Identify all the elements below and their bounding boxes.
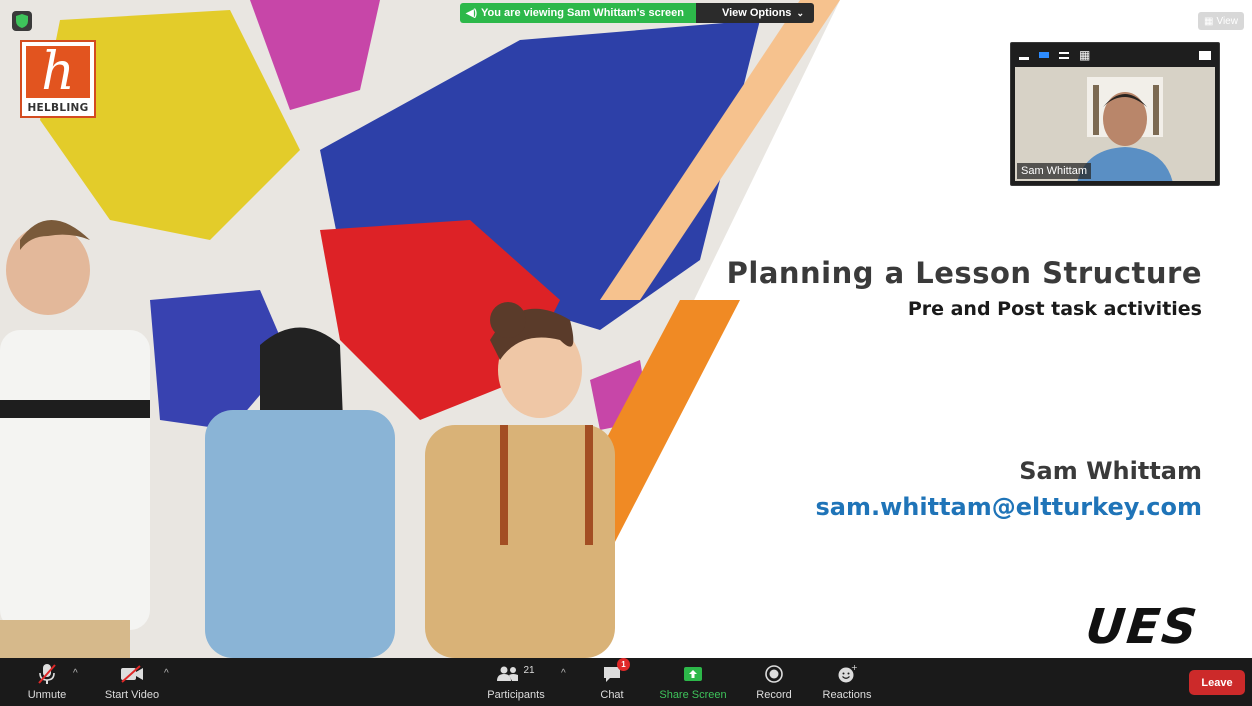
- viewing-banner: ◀) You are viewing Sam Whittam's screen: [460, 3, 696, 23]
- meeting-toolbar: Unmute ^ Start Video ^ 21 Participants ^…: [0, 658, 1252, 706]
- helbling-logo: h HELBLING: [20, 40, 96, 118]
- presenter-email: sam.whittam@eltturkey.com: [815, 493, 1202, 521]
- ues-logo: UES: [1083, 599, 1202, 655]
- video-off-icon: [120, 662, 144, 686]
- reactions-button[interactable]: + Reactions: [820, 658, 874, 706]
- participants-label: Participants: [487, 689, 545, 701]
- participant-count: 21: [523, 664, 535, 676]
- share-screen-button[interactable]: Share Screen: [656, 658, 730, 706]
- participant-video: Sam Whittam: [1015, 67, 1215, 181]
- chat-badge: 1: [617, 658, 630, 671]
- single-view-icon[interactable]: [1039, 52, 1049, 58]
- participant-name-label: Sam Whittam: [1017, 163, 1092, 179]
- participants-icon: [497, 666, 519, 681]
- start-video-label: Start Video: [104, 689, 160, 701]
- reactions-label: Reactions: [822, 689, 872, 701]
- leave-button[interactable]: Leave: [1189, 670, 1245, 695]
- share-screen-label: Share Screen: [659, 689, 727, 701]
- security-shield-icon[interactable]: [12, 11, 32, 31]
- helbling-logo-mark: h: [26, 46, 90, 98]
- chat-label: Chat: [600, 689, 624, 701]
- minimize-icon[interactable]: [1019, 56, 1029, 60]
- view-button-label: View: [1216, 15, 1238, 27]
- unmute-label: Unmute: [27, 689, 67, 701]
- record-label: Record: [756, 689, 792, 701]
- speaker-icon: ◀): [466, 7, 478, 19]
- hide-video-icon[interactable]: [1199, 50, 1211, 60]
- start-video-button[interactable]: Start Video: [100, 658, 164, 706]
- record-icon: [765, 662, 783, 686]
- video-panel-toolbar: ▦: [1011, 43, 1219, 67]
- helbling-logo-text: HELBLING: [27, 102, 89, 114]
- slide-title: Planning a Lesson Structure: [726, 256, 1202, 290]
- participants-icon-wrap: 21: [497, 662, 535, 686]
- viewing-banner-text: You are viewing Sam Whittam's screen: [481, 7, 684, 19]
- video-panel: ▦ Sam Whittam: [1010, 42, 1220, 186]
- screen-share-bar: ◀) You are viewing Sam Whittam's screen …: [460, 3, 814, 23]
- svg-text:+: +: [851, 664, 857, 672]
- video-options-caret[interactable]: ^: [164, 668, 169, 679]
- unmute-button[interactable]: Unmute: [22, 658, 72, 706]
- speaker-view-icon[interactable]: [1059, 51, 1069, 59]
- participants-options-caret[interactable]: ^: [561, 668, 566, 679]
- record-button[interactable]: Record: [752, 658, 796, 706]
- grid-icon: ▦: [1204, 15, 1214, 27]
- presenter-name: Sam Whittam: [1019, 457, 1202, 485]
- chat-button[interactable]: 1 Chat: [594, 658, 630, 706]
- view-button[interactable]: ▦ View: [1198, 12, 1244, 30]
- chevron-down-icon: ⌄: [796, 7, 804, 18]
- gallery-view-icon[interactable]: ▦: [1079, 49, 1090, 61]
- slide-subtitle: Pre and Post task activities: [907, 298, 1202, 320]
- shared-screen: h HELBLING Planning a Lesson Structure P…: [0, 0, 1252, 658]
- mic-muted-icon: [37, 662, 57, 686]
- chat-icon: 1: [602, 658, 630, 686]
- view-options-label: View Options: [721, 7, 792, 19]
- share-screen-icon: [683, 662, 703, 686]
- view-options-button[interactable]: View Options ⌄: [695, 3, 814, 23]
- audio-options-caret[interactable]: ^: [73, 668, 78, 679]
- participants-button[interactable]: 21 Participants: [484, 658, 548, 706]
- reactions-icon: +: [837, 662, 857, 686]
